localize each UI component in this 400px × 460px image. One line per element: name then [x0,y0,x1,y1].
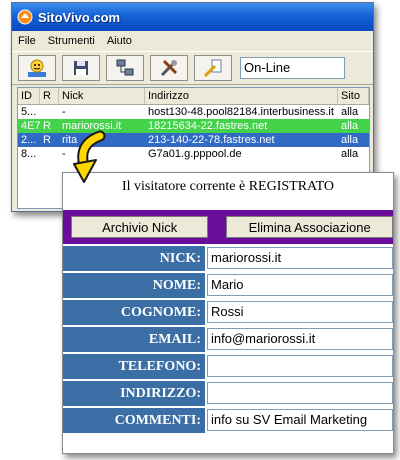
cell-id: 5... [21,106,37,118]
field-row-nome: NOME: Mario [63,272,393,298]
cell-r: R [43,120,51,132]
cell-nick: - [62,106,66,118]
column-nick[interactable]: Nick [59,88,145,104]
column-indirizzo[interactable]: Indirizzo [145,88,338,104]
field-row-telefono: TELEFONO: [63,353,393,379]
column-id[interactable]: ID [18,88,40,104]
cognome-field[interactable]: Rossi [207,301,393,323]
cell-sito: alla [341,106,359,118]
list-row[interactable]: 5... - host130-48.pool82184.interbusines… [18,105,369,119]
email-label: EMAIL: [63,326,205,352]
save-button[interactable] [62,55,100,81]
edit-button[interactable] [194,55,232,81]
window-title: SitoVivo.com [38,9,121,25]
title-bar[interactable]: SitoVivo.com [12,3,373,31]
cell-r [40,105,59,119]
cognome-label: COGNOME: [63,299,205,325]
cell-indirizzo: 18215634-22.fastres.net [148,120,268,132]
list-row-selected-green[interactable]: 4E7 R mariorossi.it 18215634-22.fastres.… [18,119,369,133]
cell-id: 2... [21,134,37,146]
tools-icon [160,59,178,77]
menu-bar: File Strumenti Aiuto [12,31,373,51]
telefono-label: TELEFONO: [63,353,205,379]
action-bar: Archivio Nick Elimina Associazione [63,209,393,244]
nome-field[interactable]: Mario [207,274,393,296]
field-row-nick: NICK: mariorossi.it [63,245,393,271]
menu-file[interactable]: File [12,35,42,47]
tools-button[interactable] [150,55,188,81]
column-r[interactable]: R [40,88,59,104]
cell-indirizzo: 213-140-22-78.fastres.net [148,134,275,146]
cell-id: 8... [21,148,37,160]
indirizzo-label: INDIRIZZO: [63,380,205,406]
telefono-field[interactable] [207,355,393,377]
list-row[interactable]: 8... - G7a01.g.pppool.de alla [18,147,369,161]
field-row-email: EMAIL: info@mariorossi.it [63,326,393,352]
cell-id: 4E7 [21,120,40,132]
nick-field[interactable]: mariorossi.it [207,247,393,269]
column-sito[interactable]: Sito [338,88,369,104]
network-icon [116,59,134,76]
nick-label: NICK: [63,245,205,271]
field-row-commenti: COMMENTI: info su SV Email Marketing [63,407,393,433]
user-button[interactable] [18,55,56,81]
user-icon [28,59,46,77]
delete-association-button[interactable]: Elimina Associazione [226,216,393,238]
cell-r: R [43,134,51,146]
menu-aiuto[interactable]: Aiuto [101,35,138,47]
cell-sito: alla [341,148,359,160]
save-icon [74,61,88,75]
edit-icon [203,59,222,78]
list-row-selected-blue[interactable]: 2... R rita 213-140-22-78.fastres.net al… [18,133,369,147]
field-row-indirizzo: INDIRIZZO: [63,380,393,406]
network-button[interactable] [106,55,144,81]
curved-arrow-icon [73,130,106,183]
toolbar: On-Line [12,51,373,85]
app-icon [17,9,33,25]
indirizzo-field[interactable] [207,382,393,404]
email-field[interactable]: info@mariorossi.it [207,328,393,350]
cell-sito: alla [341,134,359,146]
list-header: ID R Nick Indirizzo Sito [18,88,369,105]
connection-status[interactable]: On-Line [240,57,345,79]
visitor-detail-panel: Il visitatore corrente è REGISTRATO Arch… [62,172,394,454]
cell-sito: alla [341,120,359,132]
cell-r [40,147,59,161]
menu-strumenti[interactable]: Strumenti [42,35,101,47]
commenti-label: COMMENTI: [63,407,205,433]
cell-indirizzo: host130-48.pool82184.interbusiness.it [148,106,334,118]
cell-indirizzo: G7a01.g.pppool.de [148,148,242,160]
field-row-cognome: COGNOME: Rossi [63,299,393,325]
archive-nick-button[interactable]: Archivio Nick [71,216,209,238]
commenti-field[interactable]: info su SV Email Marketing [207,409,393,431]
nome-label: NOME: [63,272,205,298]
